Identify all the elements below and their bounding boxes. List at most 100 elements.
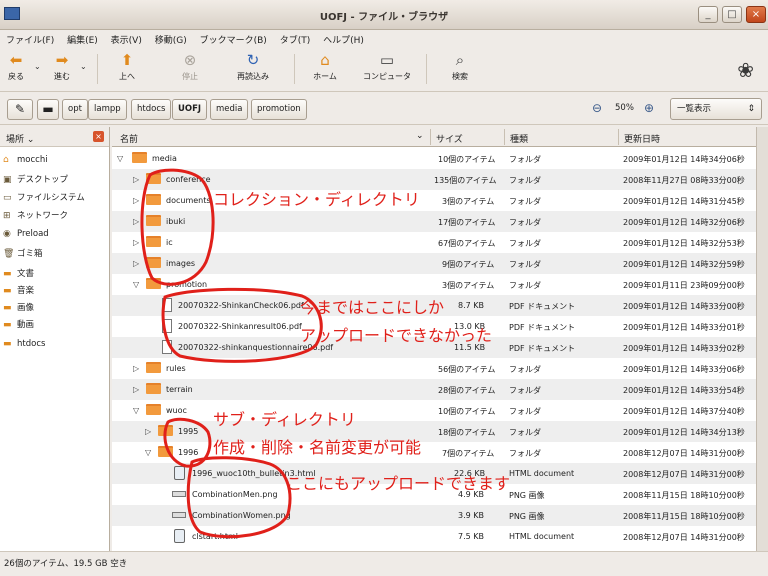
vertical-scrollbar[interactable] (756, 127, 768, 551)
drive-icon: ▭ (3, 193, 12, 203)
row-name: 1996 (178, 448, 199, 457)
maximize-button[interactable]: □ (722, 6, 742, 23)
view-mode-select[interactable]: 一覧表示 ⇕ (670, 98, 762, 120)
row-size: 3個のアイテム (442, 197, 495, 206)
menu-bookmarks[interactable]: ブックマーク(B) (194, 30, 271, 46)
path-segment-media[interactable]: media (210, 99, 249, 120)
menu-go[interactable]: 移動(G) (149, 30, 191, 46)
expand-triangle-icon[interactable]: ▷ (133, 196, 139, 205)
expand-triangle-icon[interactable]: ▷ (133, 217, 139, 226)
table-row[interactable]: CombinationWomen.png 3.9 KB PNG 画像 2008年… (112, 505, 756, 526)
forward-button[interactable]: ➡ 進む (50, 52, 74, 82)
image-file-icon (172, 491, 186, 497)
column-date[interactable]: 更新日時 (624, 132, 660, 145)
sidebar-item-filesystem[interactable]: ▭ ファイルシステム (3, 191, 85, 203)
sidebar-item-trash[interactable]: 🗑 ゴミ箱 (3, 247, 43, 259)
sidebar-item-preload[interactable]: ◉ Preload (3, 229, 49, 239)
collapse-triangle-icon[interactable]: ▽ (133, 280, 139, 289)
row-size: 10個のアイテム (438, 407, 496, 416)
menu-view[interactable]: 表示(V) (105, 30, 146, 46)
stop-button[interactable]: ⊗ 停止 (176, 52, 204, 82)
trash-icon: 🗑 (3, 249, 15, 259)
table-row[interactable]: ▷ conference 135個のアイテム フォルダ 2008年11月27日 … (112, 169, 756, 190)
sidebar-item-music[interactable]: ▬ 音楽 (3, 284, 34, 296)
minimize-button[interactable]: _ (698, 6, 718, 23)
column-type[interactable]: 種類 (510, 132, 528, 145)
path-segment-opt[interactable]: opt (62, 99, 88, 120)
collapse-triangle-icon[interactable]: ▽ (145, 448, 151, 457)
table-row[interactable]: ▷ ibuki 17個のアイテム フォルダ 2009年01月12日 14時32分… (112, 211, 756, 232)
close-button[interactable]: × (746, 6, 766, 23)
sidebar-item-documents[interactable]: ▬ 文書 (3, 267, 34, 279)
path-root-button[interactable]: ▬ (37, 99, 59, 120)
expand-triangle-icon[interactable]: ▷ (133, 364, 139, 373)
row-date: 2009年01月12日 14時33分01秒 (623, 323, 745, 332)
location-bar: ✎ ▬ opt lampp htdocs UOFJ media promotio… (0, 93, 768, 125)
column-name[interactable]: 名前 (120, 132, 138, 145)
sidebar-item-pictures[interactable]: ▬ 画像 (3, 301, 34, 313)
row-name: media (152, 154, 177, 163)
up-arrow-icon: ⬆ (120, 51, 134, 69)
expand-triangle-icon[interactable]: ▷ (133, 238, 139, 247)
table-row[interactable]: ▷ documents 3個のアイテム フォルダ 2009年01月12日 14時… (112, 190, 756, 211)
toggle-location-entry-button[interactable]: ✎ (7, 99, 33, 120)
table-row[interactable]: ▽ media 10個のアイテム フォルダ 2009年01月12日 14時34分… (112, 148, 756, 169)
path-segment-uofj[interactable]: UOFJ (172, 99, 208, 120)
column-size[interactable]: サイズ (436, 132, 463, 145)
zoom-level[interactable]: 50% (615, 103, 634, 113)
back-button[interactable]: ⬅ 戻る (4, 52, 28, 82)
sidebar-item-network[interactable]: ⊞ ネットワーク (3, 209, 68, 221)
table-row[interactable]: ▷ rules 56個のアイテム フォルダ 2009年01月12日 14時33分… (112, 358, 756, 379)
forward-arrow-icon: ➡ (55, 51, 69, 69)
expand-triangle-icon[interactable]: ▷ (133, 175, 139, 184)
table-row[interactable]: ▷ ic 67個のアイテム フォルダ 2009年01月12日 14時32分53秒 (112, 232, 756, 253)
menu-edit[interactable]: 編集(E) (61, 30, 102, 46)
collapse-triangle-icon[interactable]: ▽ (117, 154, 123, 163)
row-type: PNG 画像 (509, 491, 545, 500)
sidebar-item-desktop[interactable]: ▣ デスクトップ (3, 173, 68, 185)
row-type: フォルダ (509, 449, 541, 458)
home-button[interactable]: ⌂ ホーム (307, 52, 343, 82)
row-type: PDF ドキュメント (509, 323, 576, 332)
table-row[interactable]: ▷ terrain 28個のアイテム フォルダ 2009年01月12日 14時3… (112, 379, 756, 400)
row-size: 3.9 KB (458, 511, 484, 520)
close-sidebar-icon[interactable]: × (93, 131, 104, 142)
table-row[interactable]: clstart.html 7.5 KB HTML document 2008年1… (112, 526, 756, 547)
row-date: 2008年12月07日 14時31分00秒 (623, 470, 745, 479)
sidebar-item-mocchi[interactable]: ⌂ mocchi (3, 155, 48, 165)
table-row[interactable]: ▽ promotion 3個のアイテム フォルダ 2009年01月11日 23時… (112, 274, 756, 295)
expand-triangle-icon[interactable]: ▷ (133, 259, 139, 268)
row-size: 135個のアイテム (434, 176, 497, 185)
expand-triangle-icon[interactable]: ▷ (145, 427, 151, 436)
zoom-in-icon[interactable]: ⊕ (644, 101, 654, 115)
forward-history-chevron-icon[interactable]: ⌄ (80, 62, 87, 71)
path-segment-lampp[interactable]: lampp (88, 99, 127, 120)
sidebar-item-videos[interactable]: ▬ 動画 (3, 318, 34, 330)
table-row[interactable]: ▷ 1995 18個のアイテム フォルダ 2009年01月12日 14時34分1… (112, 421, 756, 442)
back-history-chevron-icon[interactable]: ⌄ (34, 62, 41, 71)
table-row[interactable]: ▽ wuoc 10個のアイテム フォルダ 2009年01月12日 14時37分4… (112, 400, 756, 421)
zoom-out-icon[interactable]: ⊖ (592, 101, 602, 115)
places-dropdown[interactable]: 場所 ⌄ (6, 132, 34, 145)
back-label: 戻る (8, 72, 24, 81)
path-segment-promotion[interactable]: promotion (251, 99, 307, 120)
menu-file[interactable]: ファイル(F) (0, 30, 58, 46)
reload-label: 再読込み (237, 72, 269, 81)
stop-label: 停止 (182, 72, 198, 81)
reload-button[interactable]: ↻ 再読込み (230, 52, 276, 82)
sidebar-item-htdocs[interactable]: ▬ htdocs (3, 339, 45, 349)
path-segment-htdocs[interactable]: htdocs (131, 99, 172, 120)
expand-triangle-icon[interactable]: ▷ (133, 385, 139, 394)
network-icon: ⊞ (3, 211, 11, 221)
status-text: 26個のアイテム、19.5 GB 空き (4, 559, 128, 569)
back-arrow-icon: ⬅ (9, 51, 23, 69)
menu-help[interactable]: ヘルプ(H) (317, 30, 368, 46)
table-row[interactable]: ▷ images 9個のアイテム フォルダ 2009年01月12日 14時32分… (112, 253, 756, 274)
table-row[interactable]: ▽ 1996 7個のアイテム フォルダ 2008年12月07日 14時31分00… (112, 442, 756, 463)
search-button[interactable]: ⌕ 検索 (446, 52, 474, 82)
collapse-triangle-icon[interactable]: ▽ (133, 406, 139, 415)
annotation-create-delete-rename: 作成・削除・名前変更が可能 (213, 438, 422, 457)
menu-tabs[interactable]: タブ(T) (274, 30, 315, 46)
up-button[interactable]: ⬆ 上へ (113, 52, 141, 82)
computer-button[interactable]: ▭ コンピュータ (359, 52, 415, 82)
